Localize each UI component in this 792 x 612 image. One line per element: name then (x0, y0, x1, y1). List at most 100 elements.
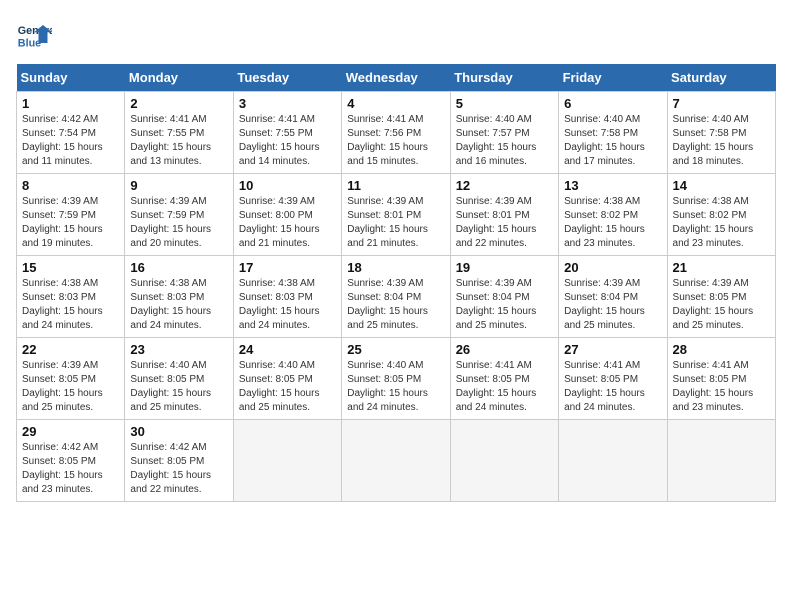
day-number: 22 (22, 342, 119, 357)
svg-text:Blue: Blue (18, 38, 41, 50)
logo: General Blue (16, 16, 52, 52)
calendar-cell: 7Sunrise: 4:40 AM Sunset: 7:58 PM Daylig… (667, 92, 775, 174)
day-info: Sunrise: 4:39 AM Sunset: 8:04 PM Dayligh… (564, 277, 661, 333)
day-info: Sunrise: 4:38 AM Sunset: 8:03 PM Dayligh… (130, 277, 227, 333)
day-info: Sunrise: 4:42 AM Sunset: 8:05 PM Dayligh… (130, 441, 227, 497)
day-number: 29 (22, 424, 119, 439)
calendar-cell: 4 Sunrise: 4:41 AM Sunset: 7:56 PM Daylig… (342, 92, 450, 174)
day-number: 5 (456, 96, 553, 111)
day-number: 2 (130, 96, 227, 111)
day-number: 26 (456, 342, 553, 357)
day-number: 19 (456, 260, 553, 275)
calendar-cell: 15 Sunrise: 4:38 AM Sunset: 8:03 PM Dayli… (17, 256, 125, 338)
calendar-cell: 13Sunrise: 4:38 AM Sunset: 8:02 PM Dayli… (559, 174, 667, 256)
day-info: Sunrise: 4:42 AM Sunset: 7:54 PM Dayligh… (22, 113, 119, 169)
day-info: Sunrise: 4:41 AM Sunset: 8:05 PM Dayligh… (456, 359, 553, 415)
day-number: 14 (673, 178, 770, 193)
day-number: 12 (456, 178, 553, 193)
calendar-cell: 10 Sunrise: 4:39 AM Sunset: 8:00 PM Dayli… (233, 174, 341, 256)
day-info: Sunrise: 4:39 AM Sunset: 8:01 PM Dayligh… (456, 195, 553, 251)
calendar-table: SundayMondayTuesdayWednesdayThursdayFrid… (16, 64, 776, 502)
calendar-cell: 3 Sunrise: 4:41 AM Sunset: 7:55 PM Daylig… (233, 92, 341, 174)
day-number: 27 (564, 342, 661, 357)
day-number: 24 (239, 342, 336, 357)
calendar-cell: 8 Sunrise: 4:39 AM Sunset: 7:59 PM Daylig… (17, 174, 125, 256)
day-number: 10 (239, 178, 336, 193)
calendar-cell: 27 Sunrise: 4:41 AM Sunset: 8:05 PM Dayli… (559, 338, 667, 420)
calendar-week-row: 1 Sunrise: 4:42 AM Sunset: 7:54 PM Daylig… (17, 92, 776, 174)
weekday-header: Friday (559, 64, 667, 92)
calendar-cell: 11Sunrise: 4:39 AM Sunset: 8:01 PM Dayli… (342, 174, 450, 256)
calendar-cell (667, 420, 775, 502)
calendar-cell (233, 420, 341, 502)
calendar-week-row: 22 Sunrise: 4:39 AM Sunset: 8:05 PM Dayli… (17, 338, 776, 420)
weekday-header: Wednesday (342, 64, 450, 92)
day-info: Sunrise: 4:39 AM Sunset: 7:59 PM Dayligh… (22, 195, 119, 251)
day-info: Sunrise: 4:39 AM Sunset: 8:05 PM Dayligh… (673, 277, 770, 333)
day-number: 15 (22, 260, 119, 275)
calendar-cell: 9 Sunrise: 4:39 AM Sunset: 7:59 PM Daylig… (125, 174, 233, 256)
day-info: Sunrise: 4:40 AM Sunset: 8:05 PM Dayligh… (130, 359, 227, 415)
day-number: 7 (673, 96, 770, 111)
calendar-cell: 20 Sunrise: 4:39 AM Sunset: 8:04 PM Dayli… (559, 256, 667, 338)
calendar-cell: 16 Sunrise: 4:38 AM Sunset: 8:03 PM Dayli… (125, 256, 233, 338)
day-info: Sunrise: 4:39 AM Sunset: 8:05 PM Dayligh… (22, 359, 119, 415)
logo-icon: General Blue (16, 16, 52, 52)
day-info: Sunrise: 4:39 AM Sunset: 8:00 PM Dayligh… (239, 195, 336, 251)
day-info: Sunrise: 4:40 AM Sunset: 8:05 PM Dayligh… (347, 359, 444, 415)
day-number: 30 (130, 424, 227, 439)
calendar-cell: 28 Sunrise: 4:41 AM Sunset: 8:05 PM Dayli… (667, 338, 775, 420)
calendar-week-row: 29 Sunrise: 4:42 AM Sunset: 8:05 PM Dayli… (17, 420, 776, 502)
day-info: Sunrise: 4:39 AM Sunset: 7:59 PM Dayligh… (130, 195, 227, 251)
day-number: 23 (130, 342, 227, 357)
weekday-header: Tuesday (233, 64, 341, 92)
calendar-cell: 18Sunrise: 4:39 AM Sunset: 8:04 PM Dayli… (342, 256, 450, 338)
day-info: Sunrise: 4:40 AM Sunset: 7:57 PM Dayligh… (456, 113, 553, 169)
calendar-cell: 6Sunrise: 4:40 AM Sunset: 7:58 PM Daylig… (559, 92, 667, 174)
calendar-cell: 30 Sunrise: 4:42 AM Sunset: 8:05 PM Dayli… (125, 420, 233, 502)
day-info: Sunrise: 4:38 AM Sunset: 8:03 PM Dayligh… (22, 277, 119, 333)
day-number: 25 (347, 342, 444, 357)
calendar-cell: 24 Sunrise: 4:40 AM Sunset: 8:05 PM Dayli… (233, 338, 341, 420)
calendar-cell: 14 Sunrise: 4:38 AM Sunset: 8:02 PM Dayli… (667, 174, 775, 256)
calendar-cell: 25 Sunrise: 4:40 AM Sunset: 8:05 PM Dayli… (342, 338, 450, 420)
day-number: 8 (22, 178, 119, 193)
day-info: Sunrise: 4:40 AM Sunset: 8:05 PM Dayligh… (239, 359, 336, 415)
day-number: 17 (239, 260, 336, 275)
day-number: 9 (130, 178, 227, 193)
day-number: 3 (239, 96, 336, 111)
day-info: Sunrise: 4:38 AM Sunset: 8:02 PM Dayligh… (673, 195, 770, 251)
day-info: Sunrise: 4:41 AM Sunset: 8:05 PM Dayligh… (673, 359, 770, 415)
day-number: 16 (130, 260, 227, 275)
day-info: Sunrise: 4:40 AM Sunset: 7:58 PM Dayligh… (564, 113, 661, 169)
calendar-cell (342, 420, 450, 502)
weekday-header: Thursday (450, 64, 558, 92)
calendar-cell: 19Sunrise: 4:39 AM Sunset: 8:04 PM Dayli… (450, 256, 558, 338)
calendar-cell: 5 Sunrise: 4:40 AM Sunset: 7:57 PM Daylig… (450, 92, 558, 174)
calendar-cell (450, 420, 558, 502)
day-number: 20 (564, 260, 661, 275)
day-info: Sunrise: 4:38 AM Sunset: 8:03 PM Dayligh… (239, 277, 336, 333)
calendar-cell: 22 Sunrise: 4:39 AM Sunset: 8:05 PM Dayli… (17, 338, 125, 420)
day-info: Sunrise: 4:41 AM Sunset: 7:55 PM Dayligh… (130, 113, 227, 169)
day-number: 28 (673, 342, 770, 357)
calendar-cell: 23 Sunrise: 4:40 AM Sunset: 8:05 PM Dayli… (125, 338, 233, 420)
weekday-header: Saturday (667, 64, 775, 92)
calendar-cell: 17 Sunrise: 4:38 AM Sunset: 8:03 PM Dayli… (233, 256, 341, 338)
day-number: 13 (564, 178, 661, 193)
calendar-week-row: 15 Sunrise: 4:38 AM Sunset: 8:03 PM Dayli… (17, 256, 776, 338)
calendar-cell: 2 Sunrise: 4:41 AM Sunset: 7:55 PM Daylig… (125, 92, 233, 174)
calendar-cell: 29 Sunrise: 4:42 AM Sunset: 8:05 PM Dayli… (17, 420, 125, 502)
day-info: Sunrise: 4:41 AM Sunset: 7:55 PM Dayligh… (239, 113, 336, 169)
day-number: 21 (673, 260, 770, 275)
calendar-cell: 26 Sunrise: 4:41 AM Sunset: 8:05 PM Dayli… (450, 338, 558, 420)
day-info: Sunrise: 4:42 AM Sunset: 8:05 PM Dayligh… (22, 441, 119, 497)
day-info: Sunrise: 4:41 AM Sunset: 8:05 PM Dayligh… (564, 359, 661, 415)
day-number: 1 (22, 96, 119, 111)
calendar-cell (559, 420, 667, 502)
header: General Blue (16, 16, 776, 52)
day-number: 4 (347, 96, 444, 111)
day-info: Sunrise: 4:41 AM Sunset: 7:56 PM Dayligh… (347, 113, 444, 169)
day-number: 18 (347, 260, 444, 275)
calendar-cell: 21 Sunrise: 4:39 AM Sunset: 8:05 PM Dayli… (667, 256, 775, 338)
